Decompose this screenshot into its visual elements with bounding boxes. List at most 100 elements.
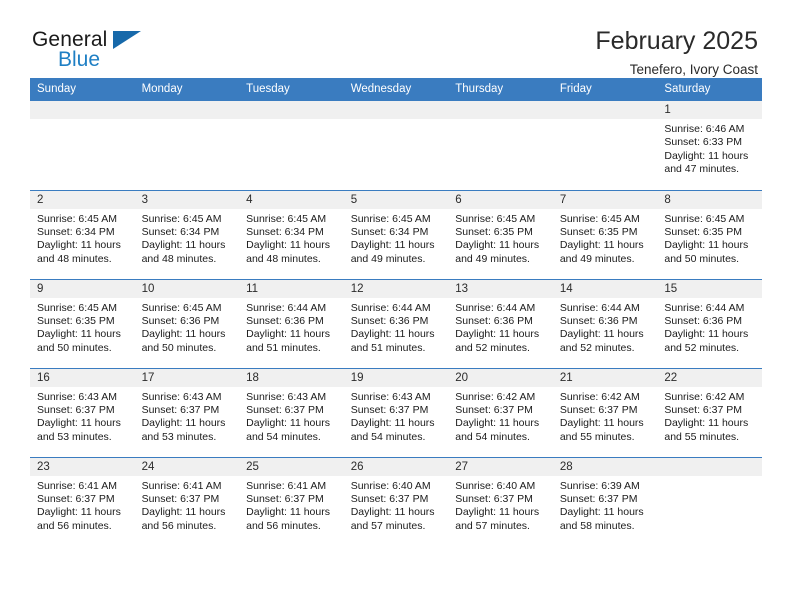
calendar-cell-day-2[interactable]: 2 Sunrise: 6:45 AM Sunset: 6:34 PM Daylight… <box>30 189 135 279</box>
calendar-cell-day-19[interactable]: 19 Sunrise: 6:43 AM Sunset: 6:37 PM Dayligh… <box>343 367 449 457</box>
calendar-cell-day-7[interactable]: 7 Sunrise: 6:45 AM Sunset: 6:35 PM Daylight… <box>552 189 658 279</box>
calendar-cell-day-15[interactable]: 15 Sunrise: 6:44 AM Sunset: 6:36 PM Dayligh… <box>657 278 762 368</box>
sunset-text: Sunset: 6:37 PM <box>455 492 533 505</box>
day-details: Sunrise: 6:45 AM Sunset: 6:34 PM Daylight:… <box>344 209 449 267</box>
sunset-text: Sunset: 6:35 PM <box>455 225 533 238</box>
calendar-cell-inner <box>134 101 240 190</box>
calendar-cell-day-21[interactable]: 21 Sunrise: 6:42 AM Sunset: 6:37 PM Dayligh… <box>552 367 658 457</box>
sunrise-text: Sunrise: 6:42 AM <box>455 390 536 403</box>
day-number: 20 <box>448 368 553 387</box>
day-number: 27 <box>448 457 553 476</box>
day-details: Sunrise: 6:43 AM Sunset: 6:37 PM Daylight:… <box>239 387 344 445</box>
calendar-cell-inner <box>30 101 135 190</box>
calendar-cell-day-14[interactable]: 14 Sunrise: 6:44 AM Sunset: 6:36 PM Dayligh… <box>552 278 658 368</box>
calendar-cell-inner: 18 Sunrise: 6:43 AM Sunset: 6:37 PM Dayligh… <box>239 368 344 457</box>
day-number: 9 <box>30 279 135 298</box>
calendar-week-row: 16 Sunrise: 6:43 AM Sunset: 6:37 PM Dayligh… <box>30 367 762 457</box>
day-details: Sunrise: 6:42 AM Sunset: 6:37 PM Daylight:… <box>553 387 658 445</box>
calendar-cell-inner: 6 Sunrise: 6:45 AM Sunset: 6:35 PM Daylight… <box>448 190 553 279</box>
calendar-cell-day-24[interactable]: 24 Sunrise: 6:41 AM Sunset: 6:37 PM Dayligh… <box>134 456 240 546</box>
daylight-text: Daylight: 11 hours <box>141 506 226 519</box>
calendar-cell-day-6[interactable]: 6 Sunrise: 6:45 AM Sunset: 6:35 PM Daylight… <box>448 189 553 279</box>
sunset-text: Sunset: 6:37 PM <box>559 403 638 416</box>
day-details: Sunrise: 6:45 AM Sunset: 6:35 PM Daylight:… <box>448 209 553 267</box>
calendar-cell-inner: 15 Sunrise: 6:44 AM Sunset: 6:36 PM Dayligh… <box>657 279 762 368</box>
daylight-text: Daylight: 11 hours <box>141 239 226 252</box>
sunset-text: Sunset: 6:36 PM <box>559 314 638 327</box>
daylight-text: and 48 minutes. <box>246 252 321 265</box>
calendar-cell-day-4[interactable]: 4 Sunrise: 6:45 AM Sunset: 6:34 PM Daylight… <box>239 189 344 279</box>
day-details: Sunrise: 6:41 AM Sunset: 6:37 PM Daylight:… <box>239 476 344 534</box>
day-number: 22 <box>657 368 762 387</box>
calendar-cell-day-1[interactable]: 1 Sunrise: 6:46 AM Sunset: 6:33 PM Daylight… <box>657 101 762 190</box>
calendar-cell-inner: 19 Sunrise: 6:43 AM Sunset: 6:37 PM Dayligh… <box>343 368 449 457</box>
weekday-header-tuesday: Tuesday <box>239 78 344 101</box>
calendar-cell-day-11[interactable]: 11 Sunrise: 6:44 AM Sunset: 6:36 PM Dayligh… <box>239 278 344 368</box>
calendar-cell-day-28[interactable]: 28 Sunrise: 6:39 AM Sunset: 6:37 PM Dayligh… <box>552 456 658 547</box>
daylight-text: Daylight: 11 hours <box>664 328 749 341</box>
sunrise-text: Sunrise: 6:44 AM <box>350 301 431 314</box>
general-blue-logo[interactable]: General Blue <box>30 26 150 76</box>
sunrise-text: Sunrise: 6:45 AM <box>141 301 222 314</box>
calendar-cell-day-25[interactable]: 25 Sunrise: 6:41 AM Sunset: 6:37 PM Dayligh… <box>239 456 344 546</box>
sunrise-text: Sunrise: 6:45 AM <box>664 212 745 225</box>
calendar-cell-day-8[interactable]: 8 Sunrise: 6:45 AM Sunset: 6:35 PM Daylight… <box>657 189 762 279</box>
calendar-cell-inner: 23 Sunrise: 6:41 AM Sunset: 6:37 PM Dayligh… <box>30 457 135 547</box>
day-details: Sunrise: 6:42 AM Sunset: 6:37 PM Daylight:… <box>448 387 553 445</box>
weekday-header-saturday: Saturday <box>657 78 762 101</box>
daylight-text: and 49 minutes. <box>455 252 530 265</box>
calendar-cell-day-12[interactable]: 12 Sunrise: 6:44 AM Sunset: 6:36 PM Dayligh… <box>343 278 449 368</box>
day-details: Sunrise: 6:41 AM Sunset: 6:37 PM Daylight:… <box>135 476 240 534</box>
calendar-cell-inner: 28 Sunrise: 6:39 AM Sunset: 6:37 PM Dayligh… <box>552 457 658 547</box>
calendar-cell-day-17[interactable]: 17 Sunrise: 6:43 AM Sunset: 6:37 PM Dayligh… <box>134 367 240 457</box>
day-number: 18 <box>239 368 344 387</box>
calendar-cell-day-3[interactable]: 3 Sunrise: 6:45 AM Sunset: 6:34 PM Daylight… <box>134 189 240 279</box>
calendar-cell-day-9[interactable]: 9 Sunrise: 6:45 AM Sunset: 6:35 PM Daylight… <box>30 278 135 368</box>
daylight-text: and 57 minutes. <box>455 519 530 532</box>
sunset-text: Sunset: 6:37 PM <box>141 492 220 505</box>
calendar-cell-day-22[interactable]: 22 Sunrise: 6:42 AM Sunset: 6:37 PM Dayligh… <box>657 367 762 457</box>
calendar-cell-inner <box>552 101 658 190</box>
sunrise-text: Sunrise: 6:43 AM <box>37 390 117 403</box>
day-details: Sunrise: 6:44 AM Sunset: 6:36 PM Daylight:… <box>657 298 762 356</box>
daylight-text: Daylight: 11 hours <box>141 328 226 341</box>
daylight-text: and 52 minutes. <box>455 341 530 354</box>
day-number: 4 <box>239 190 344 209</box>
calendar-cell-inner: 22 Sunrise: 6:42 AM Sunset: 6:37 PM Dayligh… <box>657 368 762 457</box>
sunrise-text: Sunrise: 6:43 AM <box>141 390 222 403</box>
daylight-text: Daylight: 11 hours <box>664 149 749 162</box>
calendar-cell-inner: 27 Sunrise: 6:40 AM Sunset: 6:37 PM Dayligh… <box>448 457 553 547</box>
calendar-cell-day-20[interactable]: 20 Sunrise: 6:42 AM Sunset: 6:37 PM Dayligh… <box>448 367 553 457</box>
calendar-cell-day-5[interactable]: 5 Sunrise: 6:45 AM Sunset: 6:34 PM Daylight… <box>343 189 449 279</box>
sunrise-text: Sunrise: 6:45 AM <box>350 212 431 225</box>
weekday-header-monday: Monday <box>134 78 240 101</box>
page-subtitle: Tenefero, Ivory Coast <box>629 62 758 77</box>
calendar-cell-day-27[interactable]: 27 Sunrise: 6:40 AM Sunset: 6:37 PM Dayligh… <box>448 456 553 547</box>
daylight-text: and 55 minutes. <box>559 430 635 443</box>
calendar-cell-empty <box>343 101 449 190</box>
calendar-cell-inner: 1 Sunrise: 6:46 AM Sunset: 6:33 PM Daylight… <box>657 101 762 190</box>
day-details: Sunrise: 6:46 AM Sunset: 6:33 PM Daylight:… <box>657 119 762 177</box>
calendar-cell-day-18[interactable]: 18 Sunrise: 6:43 AM Sunset: 6:37 PM Dayligh… <box>239 367 344 457</box>
daylight-text: and 56 minutes. <box>246 519 321 532</box>
day-details: Sunrise: 6:45 AM Sunset: 6:34 PM Daylight:… <box>30 209 135 267</box>
calendar-cell-day-23[interactable]: 23 Sunrise: 6:41 AM Sunset: 6:37 PM Dayligh… <box>30 456 135 547</box>
calendar-cell-day-26[interactable]: 26 Sunrise: 6:40 AM Sunset: 6:37 PM Dayligh… <box>343 456 449 546</box>
day-number: 14 <box>552 279 658 298</box>
calendar-week-row: 23 Sunrise: 6:41 AM Sunset: 6:37 PM Dayligh… <box>30 456 762 547</box>
triangle-logo-icon <box>113 31 141 49</box>
calendar-cell-day-13[interactable]: 13 Sunrise: 6:44 AM Sunset: 6:36 PM Dayligh… <box>448 278 553 368</box>
sunset-text: Sunset: 6:37 PM <box>246 403 324 416</box>
day-number: 25 <box>239 457 344 476</box>
day-number: 26 <box>343 457 449 476</box>
sunrise-text: Sunrise: 6:42 AM <box>559 390 640 403</box>
calendar-cell-day-10[interactable]: 10 Sunrise: 6:45 AM Sunset: 6:36 PM Dayligh… <box>134 278 240 368</box>
daylight-text: Daylight: 11 hours <box>246 506 330 519</box>
calendar-cell-day-16[interactable]: 16 Sunrise: 6:43 AM Sunset: 6:37 PM Dayligh… <box>30 367 135 457</box>
day-number: 8 <box>657 190 762 209</box>
day-number <box>134 101 240 119</box>
sunrise-text: Sunrise: 6:43 AM <box>246 390 327 403</box>
page-header: General Blue February 2025 Tenefero, Ivo… <box>30 0 762 77</box>
day-number <box>448 101 553 119</box>
calendar-cell-inner: 13 Sunrise: 6:44 AM Sunset: 6:36 PM Dayligh… <box>448 279 553 368</box>
